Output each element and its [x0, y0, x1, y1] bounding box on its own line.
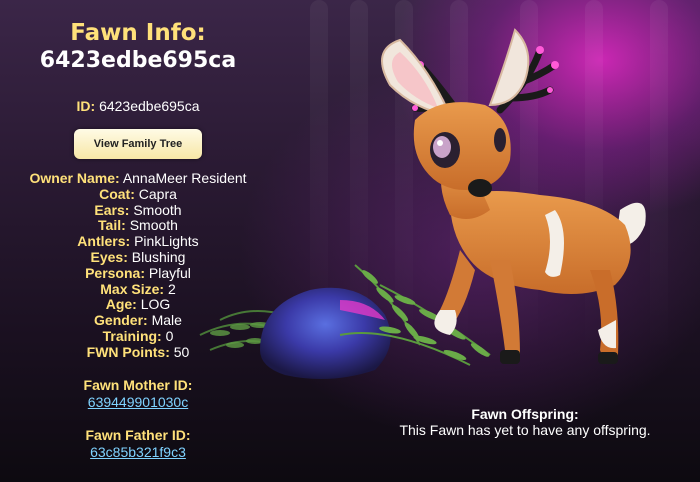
attr-value: Male [151, 312, 182, 329]
attr-value: 50 [173, 343, 190, 360]
attr-label: Gender: [94, 312, 148, 329]
attr-label: Owner Name: [29, 170, 120, 186]
attr-label: Training: [102, 327, 162, 344]
attr-label: Tail: [98, 217, 126, 234]
father-id-link[interactable]: 63c85b321f9c3 [0, 444, 276, 461]
father-block: Fawn Father ID: 63c85b321f9c3 [0, 427, 276, 461]
attr-value: Smooth [133, 201, 182, 218]
attr-value: Blushing [131, 248, 186, 265]
attr-max-size: Max Size: 2 [0, 280, 276, 298]
attr-eyes: Eyes: Blushing [0, 248, 276, 266]
attr-training: Training: 0 [0, 327, 276, 345]
attr-label: Coat: [99, 185, 135, 202]
attr-value: 2 [167, 280, 176, 297]
attr-coat: Coat: Capra [0, 185, 276, 203]
mother-id-link[interactable]: 639449901030c [0, 394, 276, 411]
attr-gender: Gender: Male [0, 312, 276, 329]
attr-label: Persona: [85, 264, 145, 281]
attr-value: PinkLights [134, 233, 199, 250]
attr-value: Capra [138, 185, 177, 202]
offspring-section: Fawn Offspring: This Fawn has yet to hav… [360, 406, 690, 438]
view-family-tree-button[interactable]: View Family Tree [74, 129, 202, 159]
attr-persona: Persona: Playful [0, 264, 276, 282]
attr-ears: Ears: Smooth [0, 201, 276, 219]
father-label: Fawn Father ID: [85, 426, 191, 443]
attr-fwn-points: FWN Points: 50 [0, 343, 276, 361]
attr-label: Max Size: [100, 280, 165, 297]
id-value: 6423edbe695ca [99, 98, 200, 114]
id-label: ID: [76, 98, 96, 114]
mother-block: Fawn Mother ID: 639449901030c [0, 377, 276, 411]
attr-label: Antlers: [77, 233, 131, 250]
page-title-fawn-id: 6423edbe695ca [39, 48, 237, 73]
offspring-title: Fawn Offspring: [471, 406, 579, 422]
attr-age: Age: LOG [0, 296, 276, 313]
attr-owner-name: Owner Name: AnnaMeer Resident [0, 170, 276, 187]
fawn-deer-illustration [381, 28, 646, 364]
attribute-list: Owner Name: AnnaMeer Resident Coat: Capr… [0, 170, 276, 361]
attr-antlers: Antlers: PinkLights [0, 233, 276, 250]
fawn-info-page: Fawn Info: 6423edbe695ca ID: 6423edbe695… [0, 0, 700, 482]
attr-label: Eyes: [90, 248, 128, 265]
mother-label: Fawn Mother ID: [83, 376, 193, 393]
attr-label: FWN Points: [86, 343, 170, 360]
attr-label: Ears: [94, 201, 130, 218]
attr-label: Age: [105, 296, 137, 313]
fawn-info-panel: Fawn Info: 6423edbe695ca ID: 6423edbe695… [0, 0, 276, 461]
attr-value: LOG [140, 296, 171, 313]
attr-tail: Tail: Smooth [0, 217, 276, 234]
page-title: Fawn Info: [70, 20, 206, 46]
attr-value: Playful [148, 264, 191, 281]
attr-value: AnnaMeer Resident [122, 170, 247, 186]
attr-value: Smooth [129, 217, 178, 234]
id-line: ID: 6423edbe695ca [0, 97, 276, 115]
offspring-message: This Fawn has yet to have any offspring. [399, 422, 651, 438]
attr-value: 0 [165, 327, 174, 344]
